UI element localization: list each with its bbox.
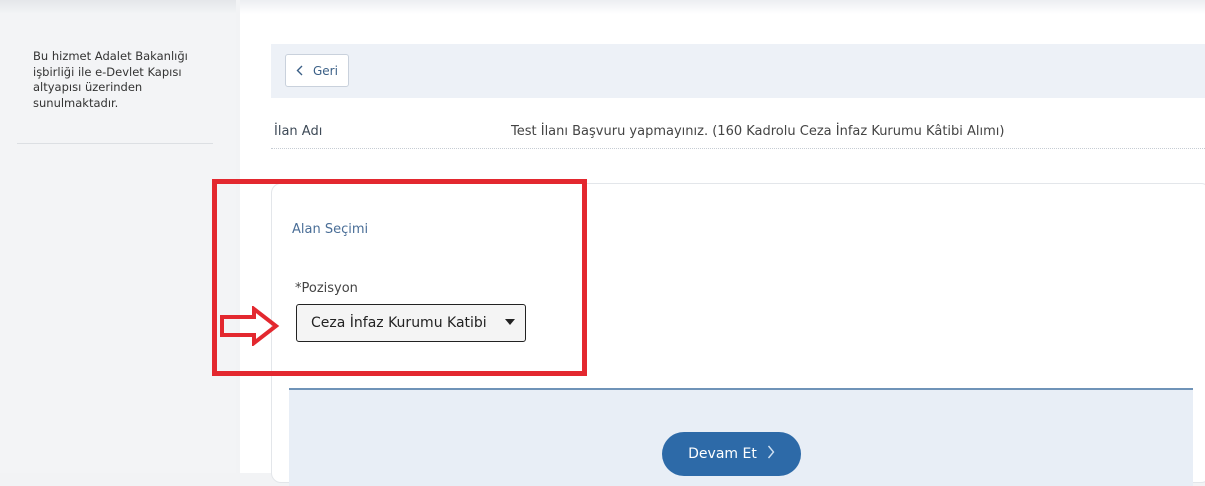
main-content: Geri İlan Adı Test İlanı Başvuru yapmayı… — [240, 0, 1205, 486]
continue-button-label: Devam Et — [688, 446, 757, 462]
chevron-right-icon — [767, 445, 775, 463]
listing-info-row: İlan Adı Test İlanı Başvuru yapmayınız. … — [271, 112, 1205, 149]
action-panel: Devam Et — [289, 388, 1193, 486]
listing-name-value: Test İlanı Başvuru yapmayınız. (160 Kadr… — [511, 124, 1005, 139]
sidebar: Bu hizmet Adalet Bakanlığı işbirliği ile… — [0, 0, 236, 473]
position-select[interactable]: Ceza İnfaz Kurumu Katibi — [296, 304, 526, 342]
listing-name-label: İlan Adı — [274, 124, 323, 139]
section-title: Alan Seçimi — [292, 222, 369, 237]
header-shadow — [240, 0, 1205, 14]
back-button[interactable]: Geri — [285, 54, 349, 87]
sidebar-top-shadow — [0, 0, 236, 14]
chevron-left-icon — [296, 65, 303, 76]
service-info-text: Bu hizmet Adalet Bakanlığı işbirliği ile… — [33, 49, 188, 110]
position-label: *Pozisyon — [295, 281, 358, 296]
toolbar: Geri — [271, 44, 1205, 98]
field-selection-card: Alan Seçimi *Pozisyon Ceza İnfaz Kurumu … — [271, 183, 1205, 486]
continue-button[interactable]: Devam Et — [662, 432, 801, 476]
position-select-value: Ceza İnfaz Kurumu Katibi — [311, 315, 487, 331]
caret-down-icon — [505, 319, 515, 325]
back-button-label: Geri — [313, 63, 338, 78]
arrow-right-icon — [220, 306, 280, 346]
sidebar-divider — [17, 143, 213, 144]
